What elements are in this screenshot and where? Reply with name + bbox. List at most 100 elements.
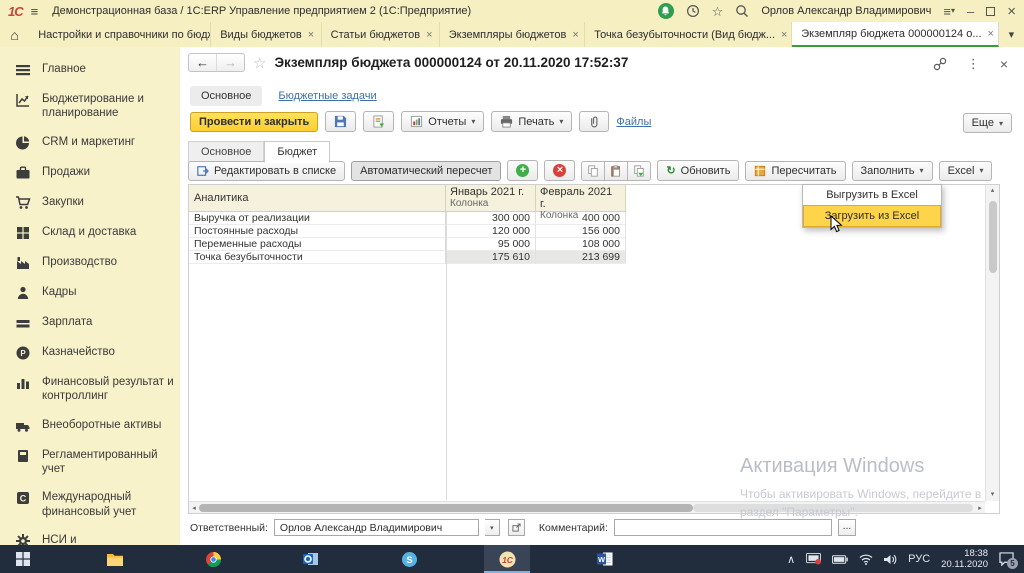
vertical-scrollbar[interactable]: ▴ ▾ bbox=[985, 185, 999, 501]
tray-display-icon[interactable] bbox=[806, 553, 821, 565]
responsible-field[interactable]: Орлов Александр Владимирович bbox=[274, 519, 479, 536]
tab-close-icon[interactable]: × bbox=[988, 28, 994, 40]
horizontal-scrollbar[interactable]: ◂ ▸ bbox=[189, 501, 985, 513]
tabs-overflow-icon[interactable]: ▾ bbox=[999, 22, 1024, 47]
add-row-button[interactable]: + bbox=[507, 160, 538, 181]
sidebar-item-purchases[interactable]: Закупки bbox=[0, 188, 180, 218]
sidebar-item-financial-result[interactable]: Финансовый результат и контроллинг bbox=[0, 368, 180, 411]
cell-february[interactable]: 213 699 bbox=[536, 251, 626, 264]
tab-budget-settings[interactable]: Настройки и справочники по бюдж... × bbox=[29, 22, 211, 47]
post-and-close-button[interactable]: Провести и закрыть bbox=[190, 112, 318, 132]
delete-row-button[interactable]: × bbox=[544, 160, 575, 181]
get-link-icon[interactable] bbox=[933, 57, 947, 71]
cell-analytics[interactable]: Точка безубыточности bbox=[189, 251, 446, 264]
tab-close-icon[interactable]: × bbox=[572, 29, 578, 41]
responsible-open-icon[interactable] bbox=[508, 519, 525, 536]
table-row-variable-costs[interactable]: Переменные расходы 95 000 108 000 bbox=[189, 238, 626, 251]
refresh-button[interactable]: ↻ Обновить bbox=[657, 160, 739, 181]
comment-field[interactable] bbox=[614, 519, 832, 536]
sidebar-item-hr[interactable]: Кадры bbox=[0, 278, 180, 308]
cell-january[interactable]: 300 000 bbox=[446, 212, 536, 225]
menu-item-import-from-excel[interactable]: Загрузить из Excel bbox=[803, 205, 941, 227]
tab-close-icon[interactable]: × bbox=[308, 29, 314, 41]
outlook-icon[interactable] bbox=[288, 545, 334, 573]
sidebar-item-fixed-assets[interactable]: Внеоборотные активы bbox=[0, 411, 180, 441]
current-user-name[interactable]: Орлов Александр Владимирович bbox=[761, 5, 931, 17]
start-button[interactable] bbox=[0, 545, 46, 573]
tab-budget-instances[interactable]: Экземпляры бюджетов × bbox=[440, 22, 585, 47]
scroll-down-icon[interactable]: ▾ bbox=[991, 489, 995, 501]
service-menu-icon[interactable]: ≡▾ bbox=[943, 5, 955, 18]
cell-january[interactable]: 175 610 bbox=[446, 251, 536, 264]
word-icon[interactable]: W bbox=[582, 545, 628, 573]
cell-february[interactable]: 156 000 bbox=[536, 225, 626, 238]
column-header-january[interactable]: Январь 2021 г. Колонка bbox=[446, 185, 536, 212]
main-menu-icon[interactable]: ≡ bbox=[31, 4, 39, 19]
home-tab-icon[interactable]: ⌂ bbox=[0, 22, 29, 47]
chrome-icon[interactable] bbox=[190, 545, 236, 573]
sidebar-item-treasury[interactable]: P Казначейство bbox=[0, 338, 180, 368]
maximize-icon[interactable] bbox=[986, 7, 995, 16]
tab-close-icon[interactable]: × bbox=[426, 29, 432, 41]
notifications-bell-icon[interactable] bbox=[658, 3, 674, 19]
attachments-button[interactable] bbox=[579, 111, 609, 132]
files-link[interactable]: Файлы bbox=[616, 116, 651, 128]
tray-chevron-up-icon[interactable]: ∧ bbox=[787, 553, 795, 566]
history-icon[interactable] bbox=[686, 4, 700, 18]
file-explorer-icon[interactable] bbox=[92, 545, 138, 573]
post-document-button[interactable] bbox=[363, 111, 394, 132]
forward-icon[interactable]: → bbox=[216, 54, 244, 71]
skype-icon[interactable]: S bbox=[386, 545, 432, 573]
add-to-favorites-icon[interactable]: ☆ bbox=[253, 54, 266, 72]
tray-wifi-icon[interactable] bbox=[859, 554, 873, 565]
window-close-icon[interactable]: × bbox=[1007, 4, 1016, 19]
save-button[interactable] bbox=[325, 111, 356, 132]
tab-budget-items[interactable]: Статьи бюджетов × bbox=[322, 22, 440, 47]
minimize-icon[interactable]: – bbox=[967, 5, 974, 18]
reports-button[interactable]: Отчеты ▾ bbox=[401, 111, 484, 132]
cell-january[interactable]: 95 000 bbox=[446, 238, 536, 251]
column-header-february[interactable]: Февраль 2021 г. Колонка bbox=[536, 185, 626, 212]
edit-in-list-button[interactable]: Редактировать в списке bbox=[188, 161, 345, 181]
nav-item-budget-tasks[interactable]: Бюджетные задачи bbox=[278, 90, 376, 102]
sidebar-item-ifrs[interactable]: C Международный финансовый учет bbox=[0, 483, 180, 526]
table-row-revenue[interactable]: Выручка от реализации 300 000 400 000 bbox=[189, 212, 626, 225]
favorites-star-icon[interactable]: ☆ bbox=[712, 5, 724, 18]
cell-analytics[interactable]: Выручка от реализации bbox=[189, 212, 446, 225]
sidebar-item-budgeting[interactable]: Бюджетирование и планирование bbox=[0, 85, 180, 128]
tab-budget-instance-000000124[interactable]: Экземпляр бюджета 000000124 о... × bbox=[792, 22, 998, 47]
tab-budget-kinds[interactable]: Виды бюджетов × bbox=[211, 22, 321, 47]
sidebar-item-production[interactable]: Производство bbox=[0, 248, 180, 278]
print-button[interactable]: Печать ▾ bbox=[491, 111, 572, 132]
tray-clock[interactable]: 18:38 20.11.2020 bbox=[941, 548, 988, 571]
tab-breakeven-point[interactable]: Точка безубыточности (Вид бюдж... × bbox=[585, 22, 792, 47]
more-button[interactable]: Еще ▾ bbox=[963, 113, 1012, 133]
copy-with-move-button[interactable] bbox=[627, 161, 651, 181]
scroll-right-icon[interactable]: ▸ bbox=[975, 504, 985, 512]
scroll-up-icon[interactable]: ▴ bbox=[991, 185, 995, 197]
menu-item-export-to-excel[interactable]: Выгрузить в Excel bbox=[803, 185, 941, 205]
sidebar-item-payroll[interactable]: Зарплата bbox=[0, 308, 180, 338]
notification-center-icon[interactable]: 5 bbox=[999, 552, 1014, 566]
tray-volume-icon[interactable] bbox=[884, 554, 897, 565]
sidebar-item-main[interactable]: Главное bbox=[0, 55, 180, 85]
responsible-dropdown-icon[interactable]: ▾ bbox=[485, 519, 500, 536]
comment-more-button[interactable]: ... bbox=[838, 519, 856, 536]
table-row-fixed-costs[interactable]: Постоянные расходы 120 000 156 000 bbox=[189, 225, 626, 238]
nav-item-main[interactable]: Основное bbox=[190, 86, 262, 106]
cell-february[interactable]: 400 000 bbox=[536, 212, 626, 225]
sidebar-item-warehouse[interactable]: Склад и доставка bbox=[0, 218, 180, 248]
form-more-icon[interactable]: ⋮ bbox=[967, 56, 980, 72]
page-tab-budget[interactable]: Бюджет bbox=[264, 141, 330, 163]
tray-battery-icon[interactable] bbox=[832, 555, 848, 564]
cell-january[interactable]: 120 000 bbox=[446, 225, 536, 238]
vertical-scroll-thumb[interactable] bbox=[989, 201, 997, 273]
paste-button[interactable] bbox=[604, 161, 628, 181]
recalculate-button[interactable]: Пересчитать bbox=[745, 161, 845, 181]
sidebar-item-crm[interactable]: CRM и маркетинг bbox=[0, 128, 180, 158]
horizontal-scroll-thumb[interactable] bbox=[199, 504, 693, 512]
1c-app-icon[interactable]: 1С bbox=[484, 545, 530, 573]
search-icon[interactable] bbox=[735, 4, 749, 18]
cell-analytics[interactable]: Постоянные расходы bbox=[189, 225, 446, 238]
back-icon[interactable]: ← bbox=[189, 54, 216, 71]
